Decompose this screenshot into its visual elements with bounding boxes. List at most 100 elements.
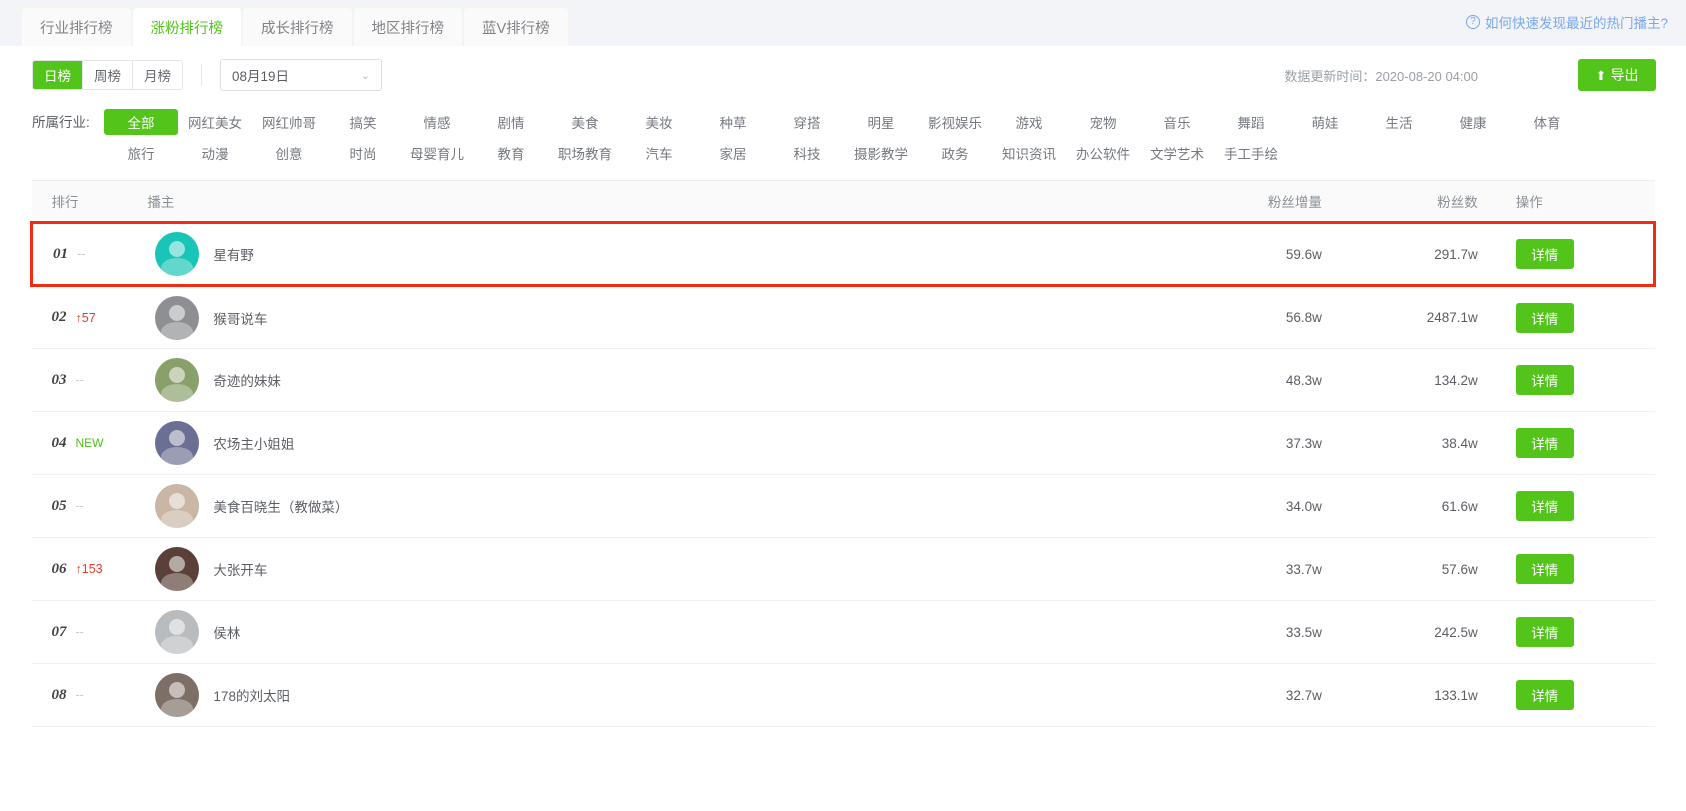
period-segmented-control: 日榜 周榜 月榜 bbox=[32, 60, 183, 90]
tab-label: 蓝V排行榜 bbox=[482, 20, 550, 37]
industry-chip-13[interactable]: 宠物 bbox=[1066, 109, 1140, 135]
avatar[interactable] bbox=[155, 484, 200, 528]
period-option-2[interactable]: 月榜 bbox=[133, 61, 182, 89]
industry-chip-4[interactable]: 情感 bbox=[400, 109, 474, 135]
industry-chip-29[interactable]: 科技 bbox=[770, 140, 844, 166]
avatar[interactable] bbox=[155, 421, 200, 465]
rank-delta: ↑153 bbox=[75, 562, 103, 576]
tab-4[interactable]: 蓝V排行榜 bbox=[464, 8, 568, 46]
industry-chip-33[interactable]: 办公软件 bbox=[1066, 140, 1140, 166]
table-header-row: 排行 播主 粉丝增量 粉丝数 操作 bbox=[31, 180, 1655, 223]
industry-chip-10[interactable]: 明星 bbox=[844, 109, 918, 135]
avatar[interactable] bbox=[155, 673, 200, 717]
industry-chip-27[interactable]: 汽车 bbox=[622, 140, 696, 166]
date-picker-value: 08月19日 bbox=[232, 69, 290, 84]
industry-chip-26[interactable]: 职场教育 bbox=[548, 140, 622, 166]
cell-host: 178的刘太阳 bbox=[147, 663, 1156, 727]
industry-chip-5[interactable]: 剧情 bbox=[474, 109, 548, 135]
industry-chip-19[interactable]: 体育 bbox=[1510, 109, 1584, 135]
tab-1[interactable]: 涨粉排行榜 bbox=[132, 8, 241, 46]
rank-number: 06 bbox=[51, 560, 67, 577]
industry-chip-34[interactable]: 文学艺术 bbox=[1140, 140, 1214, 166]
table-row: 03 -- 奇迹的妹妹 48.3w 134.2w 详情 bbox=[31, 348, 1655, 412]
industry-chip-25[interactable]: 教育 bbox=[474, 140, 548, 166]
host-name[interactable]: 美食百晓生（教做菜） bbox=[213, 496, 348, 516]
rank-number: 02 bbox=[51, 309, 67, 325]
industry-chip-18[interactable]: 健康 bbox=[1436, 109, 1510, 135]
avatar[interactable] bbox=[155, 358, 200, 402]
host-name[interactable]: 星有野 bbox=[213, 244, 254, 264]
host-name[interactable]: 农场主小姐姐 bbox=[213, 433, 294, 453]
tab-3[interactable]: 地区排行榜 bbox=[353, 8, 462, 46]
industry-chip-22[interactable]: 创意 bbox=[252, 140, 326, 166]
industry-chip-8[interactable]: 种草 bbox=[696, 109, 770, 135]
industry-chip-11[interactable]: 影视娱乐 bbox=[918, 109, 992, 135]
industry-chip-12[interactable]: 游戏 bbox=[992, 109, 1066, 135]
host-name[interactable]: 侯林 bbox=[213, 622, 240, 642]
host-name[interactable]: 奇迹的妹妹 bbox=[213, 370, 281, 390]
industry-chip-7[interactable]: 美妆 bbox=[622, 109, 696, 135]
period-option-0[interactable]: 日榜 bbox=[33, 61, 83, 89]
export-button-label: 导出 bbox=[1610, 67, 1639, 83]
industry-chip-6[interactable]: 美食 bbox=[548, 109, 622, 135]
tab-label: 地区排行榜 bbox=[371, 20, 445, 37]
industry-chip-20[interactable]: 旅行 bbox=[104, 140, 178, 166]
column-header-rank: 排行 bbox=[31, 180, 148, 223]
industry-chip-9[interactable]: 穿搭 bbox=[770, 109, 844, 135]
cell-operation: 详情 bbox=[1503, 474, 1655, 538]
detail-button[interactable]: 详情 bbox=[1515, 554, 1574, 584]
detail-button[interactable]: 详情 bbox=[1515, 617, 1574, 647]
industry-chip-31[interactable]: 政务 bbox=[918, 140, 992, 166]
industry-chip-3[interactable]: 搞笑 bbox=[326, 109, 400, 135]
data-update-time: 数据更新时间：2020-08-20 04:00 bbox=[1284, 68, 1478, 84]
table-row: 01 -- 星有野 59.6w 291.7w 详情 bbox=[30, 221, 1656, 287]
avatar[interactable] bbox=[155, 547, 200, 591]
rank-delta: NEW bbox=[75, 436, 104, 450]
main-panel: 日榜 周榜 月榜 08月19日 ⌄ 数据更新时间：2020-08-20 04:00 … bbox=[0, 46, 1686, 811]
industry-chip-23[interactable]: 时尚 bbox=[326, 140, 400, 166]
avatar[interactable] bbox=[155, 610, 200, 654]
host-name[interactable]: 猴哥说车 bbox=[213, 308, 267, 328]
host-name[interactable]: 178的刘太阳 bbox=[213, 685, 290, 705]
cell-rank: 04 NEW bbox=[31, 411, 148, 475]
tab-0[interactable]: 行业排行榜 bbox=[22, 8, 131, 46]
industry-chip-21[interactable]: 动漫 bbox=[178, 140, 252, 166]
detail-button[interactable]: 详情 bbox=[1515, 491, 1574, 521]
cell-operation: 详情 bbox=[1503, 537, 1655, 601]
rank-delta: ↑57 bbox=[75, 310, 96, 325]
detail-button[interactable]: 详情 bbox=[1515, 302, 1574, 333]
industry-chip-32[interactable]: 知识资讯 bbox=[992, 140, 1066, 166]
industry-chip-17[interactable]: 生活 bbox=[1362, 109, 1436, 135]
industry-chip-2[interactable]: 网红帅哥 bbox=[252, 109, 326, 135]
industry-chip-24[interactable]: 母婴育儿 bbox=[400, 140, 474, 166]
industry-chip-1[interactable]: 网红美女 bbox=[178, 109, 252, 135]
date-picker[interactable]: 08月19日 ⌄ bbox=[220, 59, 382, 91]
rank-delta: -- bbox=[75, 499, 84, 513]
industry-chip-15[interactable]: 舞蹈 bbox=[1214, 109, 1288, 135]
cell-host: 侯林 bbox=[147, 600, 1156, 664]
avatar[interactable] bbox=[155, 232, 200, 276]
rank-delta: -- bbox=[75, 373, 84, 387]
industry-chip-0[interactable]: 全部 bbox=[104, 109, 178, 135]
tab-2[interactable]: 成长排行榜 bbox=[243, 8, 352, 46]
export-button[interactable]: ⬆ 导出 bbox=[1578, 59, 1656, 91]
industry-chip-14[interactable]: 音乐 bbox=[1140, 109, 1214, 135]
detail-button[interactable]: 详情 bbox=[1515, 428, 1574, 458]
cell-host: 大张开车 bbox=[147, 537, 1156, 601]
industry-chip-28[interactable]: 家居 bbox=[696, 140, 770, 166]
cell-fans-increment: 48.3w bbox=[1156, 348, 1330, 412]
tab-label: 涨粉排行榜 bbox=[150, 20, 224, 37]
detail-button[interactable]: 详情 bbox=[1515, 680, 1574, 710]
industry-chip-30[interactable]: 摄影教学 bbox=[844, 140, 918, 166]
avatar[interactable] bbox=[155, 295, 200, 340]
detail-button[interactable]: 详情 bbox=[1515, 365, 1574, 395]
host-name[interactable]: 大张开车 bbox=[213, 559, 267, 579]
period-option-1[interactable]: 周榜 bbox=[83, 61, 133, 89]
industry-filter: 所属行业: 全部 网红美女 网红帅哥 搞笑 情感 剧情 美食 美妆 种草 穿搭 明星 影视娱乐 游戏 宠物… bbox=[0, 103, 1686, 180]
rank-number: 03 bbox=[51, 371, 67, 388]
cell-rank: 07 -- bbox=[31, 600, 148, 664]
detail-button[interactable]: 详情 bbox=[1515, 239, 1574, 269]
industry-chip-16[interactable]: 萌娃 bbox=[1288, 109, 1362, 135]
help-link[interactable]: ? 如何快速发现最近的热门播主? bbox=[1465, 12, 1668, 32]
industry-chip-35[interactable]: 手工手绘 bbox=[1214, 140, 1288, 166]
